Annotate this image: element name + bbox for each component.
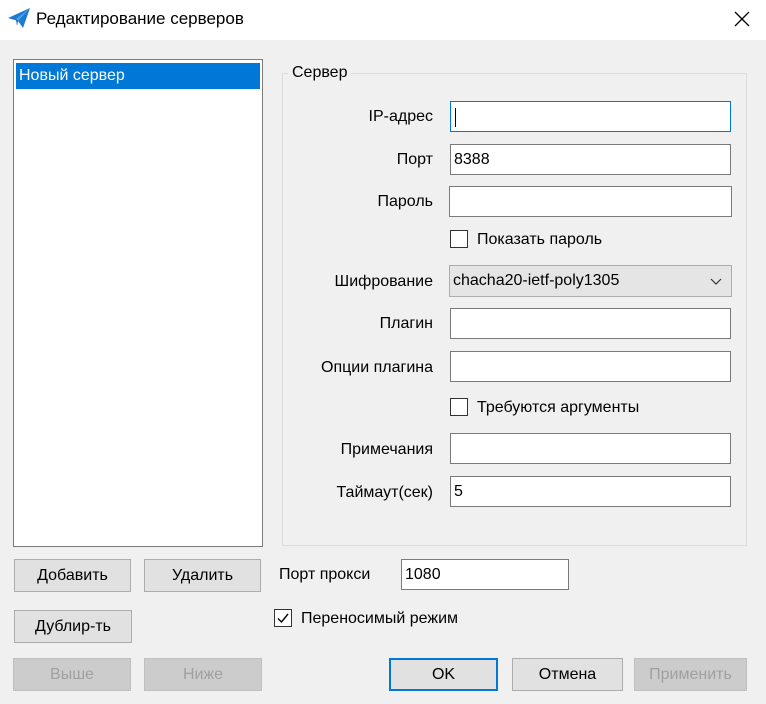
proxy-port-label: Порт прокси <box>279 566 371 583</box>
encryption-select[interactable]: chacha20-ietf-poly1305 <box>449 265 732 297</box>
chevron-down-icon <box>710 278 722 285</box>
server-group-title: Сервер <box>288 64 352 82</box>
ip-label: IP-адрес <box>368 108 433 125</box>
port-input[interactable]: 8388 <box>450 144 731 175</box>
server-list[interactable]: Новый сервер <box>13 59 263 547</box>
password-label: Пароль <box>377 193 433 210</box>
window-title: Редактирование серверов <box>36 9 244 28</box>
proxy-port-input[interactable]: 1080 <box>401 559 569 590</box>
requires-args-checkbox[interactable] <box>450 398 468 416</box>
requires-args-label[interactable]: Требуются аргументы <box>477 399 639 417</box>
delete-button[interactable]: Удалить <box>144 559 261 592</box>
port-label: Порт <box>396 151 433 168</box>
plugin-input[interactable] <box>450 308 731 339</box>
add-button[interactable]: Добавить <box>14 559 131 592</box>
password-input[interactable] <box>449 186 732 217</box>
encryption-value: chacha20-ietf-poly1305 <box>453 272 620 289</box>
remarks-label: Примечания <box>340 441 433 458</box>
timeout-label: Таймаут(сек) <box>336 484 434 501</box>
timeout-input[interactable]: 5 <box>450 476 731 507</box>
duplicate-button[interactable]: Дублир-ть <box>14 610 132 643</box>
close-button[interactable] <box>722 0 762 38</box>
cancel-button[interactable]: Отмена <box>512 658 623 691</box>
move-up-button[interactable]: Выше <box>13 658 131 691</box>
apply-button[interactable]: Применить <box>634 658 747 691</box>
checkmark-icon <box>277 613 289 624</box>
plugin-options-label: Опции плагина <box>321 359 433 376</box>
move-down-button[interactable]: Ниже <box>144 658 262 691</box>
close-icon <box>734 11 750 27</box>
text-caret <box>455 108 456 127</box>
show-password-checkbox[interactable] <box>450 230 468 248</box>
ok-button[interactable]: OK <box>389 658 498 691</box>
portable-mode-checkbox[interactable] <box>274 609 292 627</box>
portable-mode-label[interactable]: Переносимый режим <box>301 610 458 628</box>
ip-input[interactable] <box>450 101 731 132</box>
paper-plane-icon <box>8 8 30 28</box>
plugin-label: Плагин <box>379 315 433 332</box>
remarks-input[interactable] <box>450 433 731 464</box>
plugin-options-input[interactable] <box>450 351 731 382</box>
encryption-label: Шифрование <box>334 273 433 290</box>
show-password-label[interactable]: Показать пароль <box>477 231 602 249</box>
server-list-item[interactable]: Новый сервер <box>16 63 260 89</box>
